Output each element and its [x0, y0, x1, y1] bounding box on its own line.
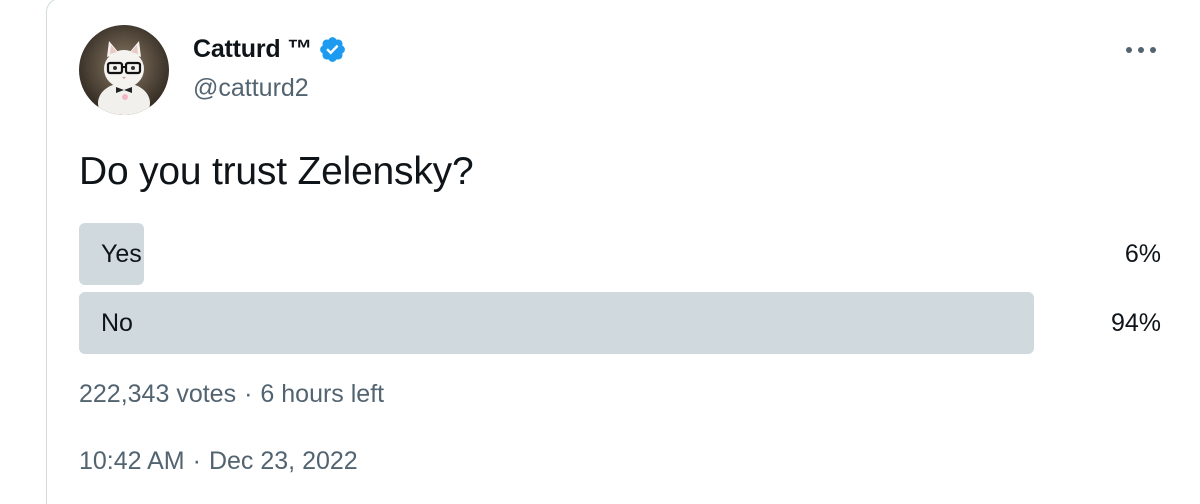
tweet-timestamp[interactable]: 10:42 AM · Dec 23, 2022: [79, 447, 358, 476]
tweet-page: Catturd ™ @catturd2 Do you trust Zelensk…: [0, 0, 1200, 504]
poll-option-percent: 94%: [1110, 309, 1161, 337]
poll-option-yes: Yes 6%: [79, 223, 1161, 285]
poll-bar-no: [79, 292, 1034, 354]
poll-option-percent: 6%: [1124, 240, 1161, 268]
timestamp-time[interactable]: 10:42 AM: [79, 447, 185, 476]
avatar-cat-image: [79, 25, 169, 115]
poll-option-no: No 94%: [79, 292, 1161, 354]
separator-dot: ·: [244, 380, 253, 408]
poll-meta: 222,343 votes · 6 hours left: [79, 380, 384, 409]
time-left: 6 hours left: [260, 380, 385, 408]
avatar[interactable]: [79, 25, 169, 115]
poll-option-label: Yes: [101, 240, 142, 268]
author-handle[interactable]: @catturd2: [193, 74, 309, 103]
verified-badge-icon[interactable]: [318, 35, 347, 64]
author-name-row[interactable]: Catturd ™: [193, 32, 347, 66]
vote-count: 222,343 votes: [79, 380, 237, 408]
more-options-icon[interactable]: [1124, 40, 1158, 60]
poll-option-label: No: [101, 309, 133, 337]
timestamp-date[interactable]: Dec 23, 2022: [209, 447, 358, 476]
separator-dot: ·: [192, 447, 201, 475]
poll: Yes 6% No 94%: [79, 223, 1161, 361]
display-name[interactable]: Catturd ™: [193, 35, 312, 64]
tweet-text: Do you trust Zelensky?: [79, 150, 474, 193]
